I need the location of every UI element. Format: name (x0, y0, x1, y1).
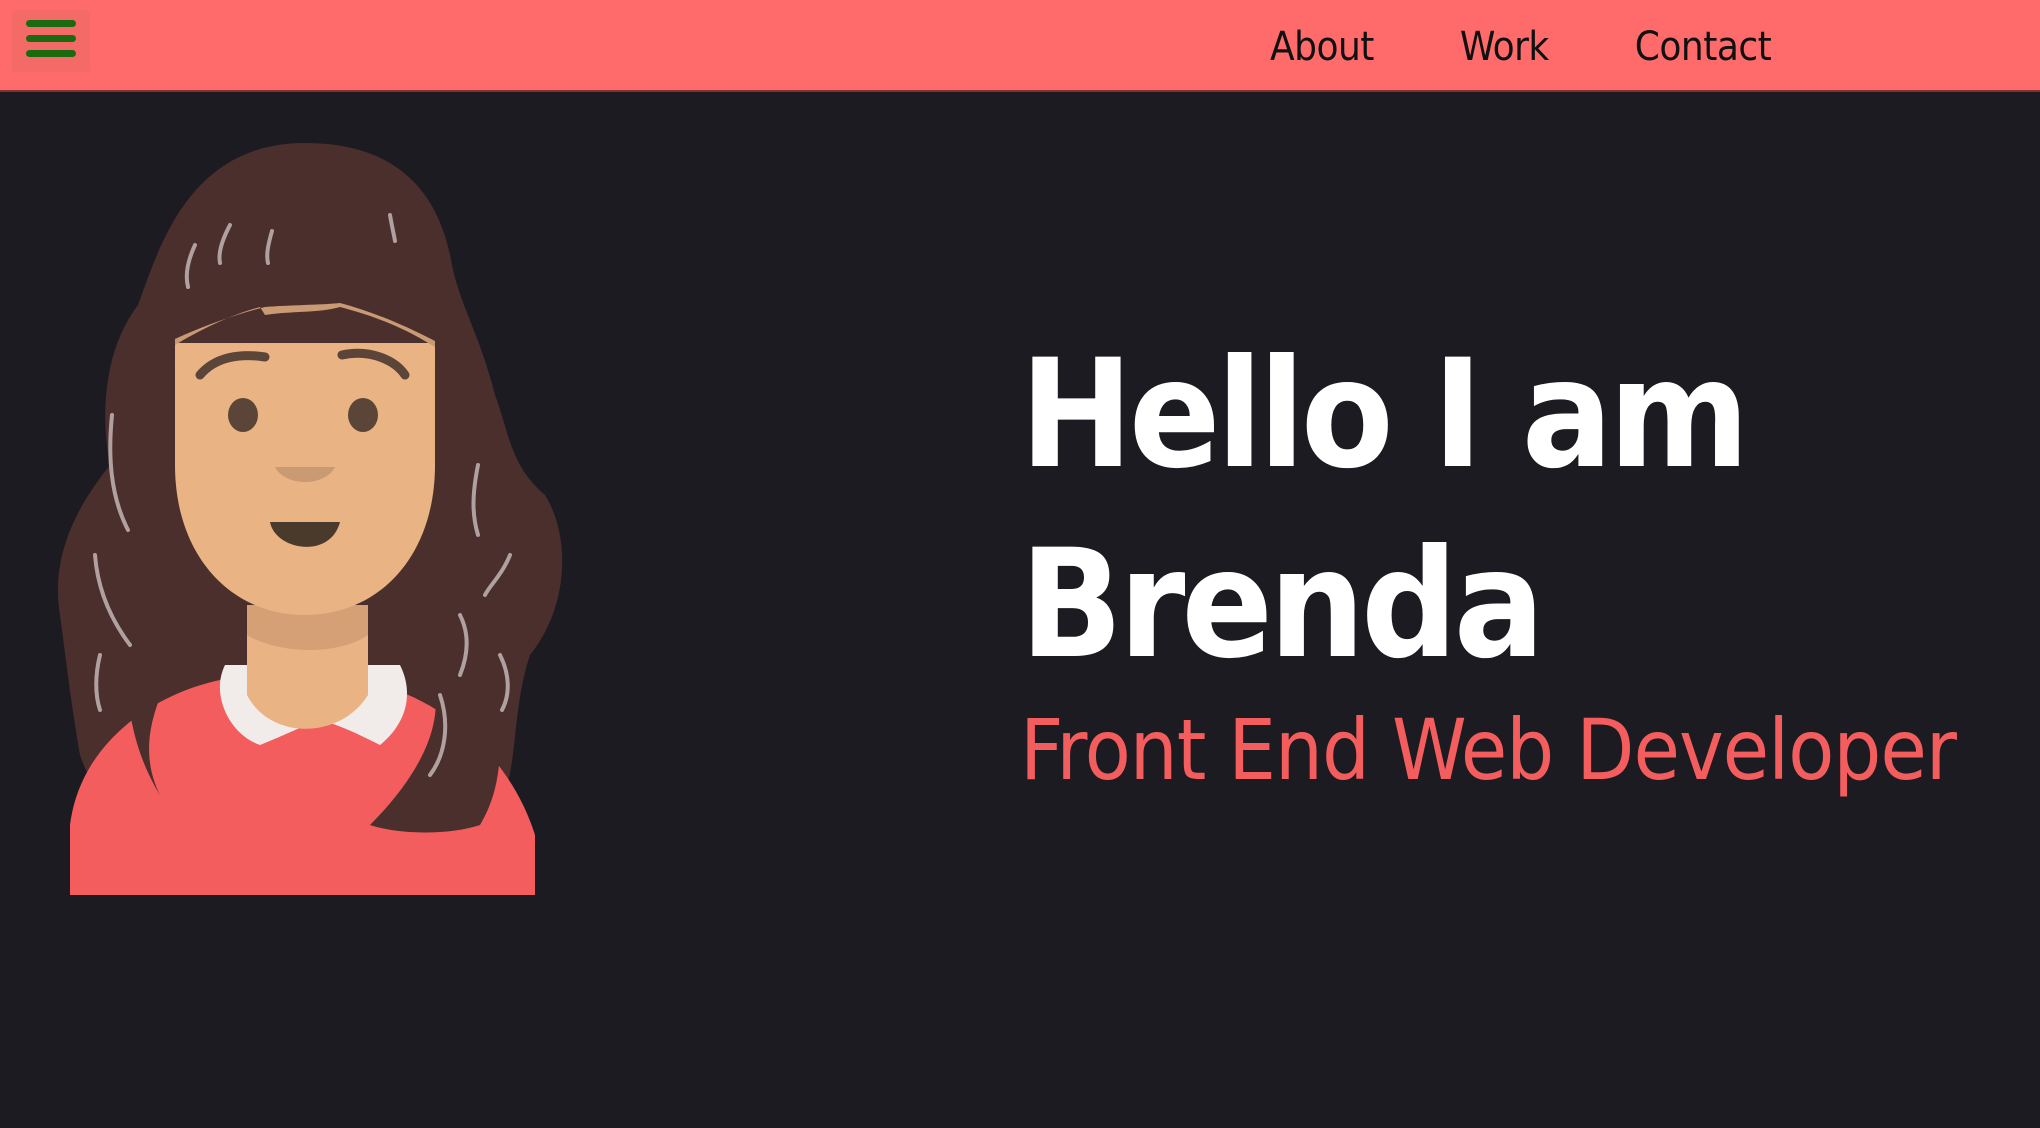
nav-link-about[interactable]: About (1270, 22, 1374, 70)
nav-link-work[interactable]: Work (1460, 22, 1549, 70)
hamburger-menu-button[interactable] (12, 10, 90, 72)
hamburger-menu-icon-bar (26, 50, 76, 57)
hero-title: Hello I am Brenda (1020, 320, 2020, 700)
avatar-svg (57, 143, 563, 895)
hero-title-line2: Brenda (1020, 518, 1545, 692)
nav-link-contact[interactable]: Contact (1635, 22, 1772, 70)
nav-links: About Work Contact (1270, 0, 1857, 92)
hamburger-menu-icon-bar (26, 35, 76, 42)
navbar: About Work Contact (0, 0, 2040, 92)
avatar-illustration (40, 135, 580, 895)
hamburger-menu-icon (26, 20, 76, 27)
hero-subtitle: Front End Web Developer (1020, 701, 1957, 799)
hero-title-line1: Hello I am (1020, 328, 1749, 502)
hero-section: Hello I am Brenda Front End Web Develope… (1020, 320, 2020, 800)
